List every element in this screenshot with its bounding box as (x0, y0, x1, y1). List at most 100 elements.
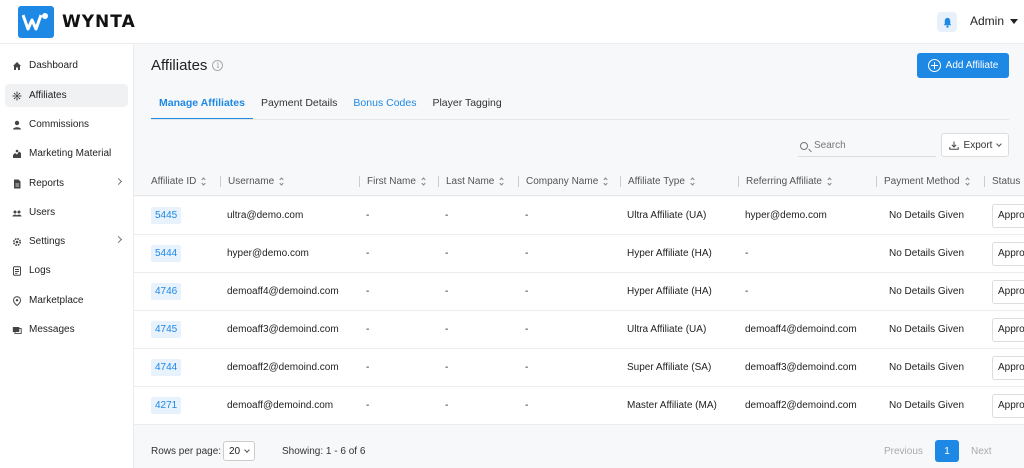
main-content: Affiliates i Add Affiliate Manage Affili… (134, 44, 1024, 468)
sort-icon (690, 177, 695, 186)
tab-bonus-codes[interactable]: Bonus Codes (345, 94, 424, 120)
payment-method-cell: No Details Given (889, 210, 965, 221)
first-name-cell: - (366, 400, 370, 411)
company-cell: - (525, 210, 529, 221)
column-header-first-name[interactable]: First Name (359, 176, 426, 187)
table-row: 4746 demoaff4@demoind.com - - - Hyper Af… (134, 273, 1024, 311)
search-icon (800, 141, 808, 150)
showing-count: Showing: 1 - 6 of 6 (282, 446, 366, 457)
sidebar-item-affiliates[interactable]: Affiliates (5, 84, 128, 107)
affiliate-id-link[interactable]: 4271 (151, 397, 182, 414)
username-cell: demoaff3@demoind.com (227, 324, 339, 335)
column-header-affiliate-type[interactable]: Affiliate Type (620, 176, 695, 187)
table-header: Affiliate ID Username First Name Last Na… (134, 168, 1024, 196)
rows-per-page-select[interactable]: 20 (223, 441, 255, 461)
affiliate-id-link[interactable]: 4744 (151, 359, 182, 376)
table-row: 5445 ultra@demo.com - - - Ultra Affiliat… (134, 197, 1024, 235)
status-select[interactable]: Approved (992, 394, 1024, 418)
logo-mark-icon (18, 6, 54, 38)
referring-affiliate-cell: hyper@demo.com (745, 210, 827, 221)
column-header-username[interactable]: Username (220, 176, 284, 187)
column-header-referring-affiliate[interactable]: Referring Affiliate (738, 176, 832, 187)
marketplace-icon (12, 295, 22, 306)
table-row: 4271 demoaff@demoind.com - - - Master Af… (134, 387, 1024, 425)
sidebar-item-label: Reports (29, 178, 65, 189)
user-name: Admin (970, 14, 1005, 28)
chevron-down-icon (1010, 18, 1019, 24)
logs-icon (12, 265, 22, 276)
status-select[interactable]: Approved (992, 280, 1024, 304)
username-cell: ultra@demo.com (227, 210, 304, 221)
rows-per-page-label: Rows per page: (151, 446, 222, 457)
tab-payment-details[interactable]: Payment Details (253, 94, 345, 120)
status-select[interactable]: Approved (992, 356, 1024, 380)
next-page-button[interactable]: Next (971, 446, 992, 457)
company-cell: - (525, 400, 529, 411)
gear-icon (12, 237, 22, 247)
username-cell: demoaff2@demoind.com (227, 362, 339, 373)
last-name-cell: - (445, 362, 449, 373)
previous-page-button[interactable]: Previous (884, 446, 923, 457)
affiliate-id-link[interactable]: 5444 (151, 245, 182, 262)
sort-icon (279, 177, 284, 186)
tab-player-tagging[interactable]: Player Tagging (424, 94, 509, 120)
status-select[interactable]: Approved (992, 204, 1024, 228)
column-header-payment-method[interactable]: Payment Method (876, 176, 970, 187)
column-header-status[interactable]: Status (984, 176, 1020, 187)
affiliate-type-cell: Super Affiliate (SA) (627, 362, 712, 373)
first-name-cell: - (366, 210, 370, 221)
referring-affiliate-cell: demoaff2@demoind.com (745, 400, 857, 411)
username-cell: demoaff@demoind.com (227, 400, 334, 411)
logo[interactable]: WYNTA (18, 6, 136, 38)
status-select[interactable]: Approved (992, 318, 1024, 342)
sidebar: Dashboard Affiliates Commissions Marketi… (0, 44, 134, 468)
add-affiliate-button[interactable]: Add Affiliate (917, 53, 1009, 78)
sidebar-item-reports[interactable]: Reports (5, 172, 128, 195)
sidebar-item-messages[interactable]: Messages (5, 318, 128, 341)
sidebar-item-commissions[interactable]: Commissions (5, 113, 128, 136)
affiliate-type-cell: Hyper Affiliate (HA) (627, 286, 712, 297)
network-icon (12, 91, 22, 101)
affiliate-id-link[interactable]: 4745 (151, 321, 182, 338)
sidebar-item-label: Users (29, 207, 56, 218)
column-header-last-name[interactable]: Last Name (438, 176, 504, 187)
page-title: Affiliates i (151, 57, 224, 74)
sidebar-item-label: Marketing Material (29, 148, 112, 159)
search-input[interactable]: Search (798, 135, 936, 157)
column-header-company-name[interactable]: Company Name (518, 176, 608, 187)
sidebar-item-marketing-material[interactable]: Marketing Material (5, 142, 128, 165)
money-icon (12, 120, 22, 130)
payment-method-cell: No Details Given (889, 286, 965, 297)
chevron-down-icon (996, 140, 1003, 147)
sidebar-item-dashboard[interactable]: Dashboard (5, 54, 128, 77)
messages-icon (12, 325, 22, 335)
users-icon (12, 208, 22, 218)
status-select[interactable]: Approved (992, 242, 1024, 266)
affiliate-type-cell: Ultra Affiliate (UA) (627, 324, 707, 335)
first-name-cell: - (366, 248, 370, 259)
home-icon (12, 61, 22, 71)
sidebar-item-logs[interactable]: Logs (5, 259, 128, 282)
user-menu[interactable]: Admin (970, 14, 1019, 28)
info-icon[interactable]: i (212, 60, 224, 71)
sidebar-item-label: Logs (29, 265, 51, 276)
tab-manage-affiliates[interactable]: Manage Affiliates (151, 94, 253, 120)
sidebar-item-settings[interactable]: Settings (5, 230, 128, 253)
affiliate-id-link[interactable]: 5445 (151, 207, 182, 224)
sidebar-item-marketplace[interactable]: Marketplace (5, 289, 128, 312)
payment-method-cell: No Details Given (889, 362, 965, 373)
affiliate-type-cell: Ultra Affiliate (UA) (627, 210, 707, 221)
sidebar-item-label: Affiliates (29, 90, 67, 101)
sidebar-item-label: Dashboard (29, 60, 78, 71)
add-affiliate-label: Add Affiliate (945, 60, 999, 71)
sort-icon (603, 177, 608, 186)
affiliate-id-link[interactable]: 4746 (151, 283, 182, 300)
sidebar-item-label: Commissions (29, 119, 90, 130)
last-name-cell: - (445, 248, 449, 259)
page-number-button[interactable]: 1 (935, 440, 959, 462)
column-header-affiliate-id[interactable]: Affiliate ID (151, 176, 207, 187)
notification-bell-icon[interactable] (937, 12, 957, 32)
payment-method-cell: No Details Given (889, 248, 965, 259)
sidebar-item-users[interactable]: Users (5, 201, 128, 224)
export-button[interactable]: Export (941, 133, 1009, 157)
